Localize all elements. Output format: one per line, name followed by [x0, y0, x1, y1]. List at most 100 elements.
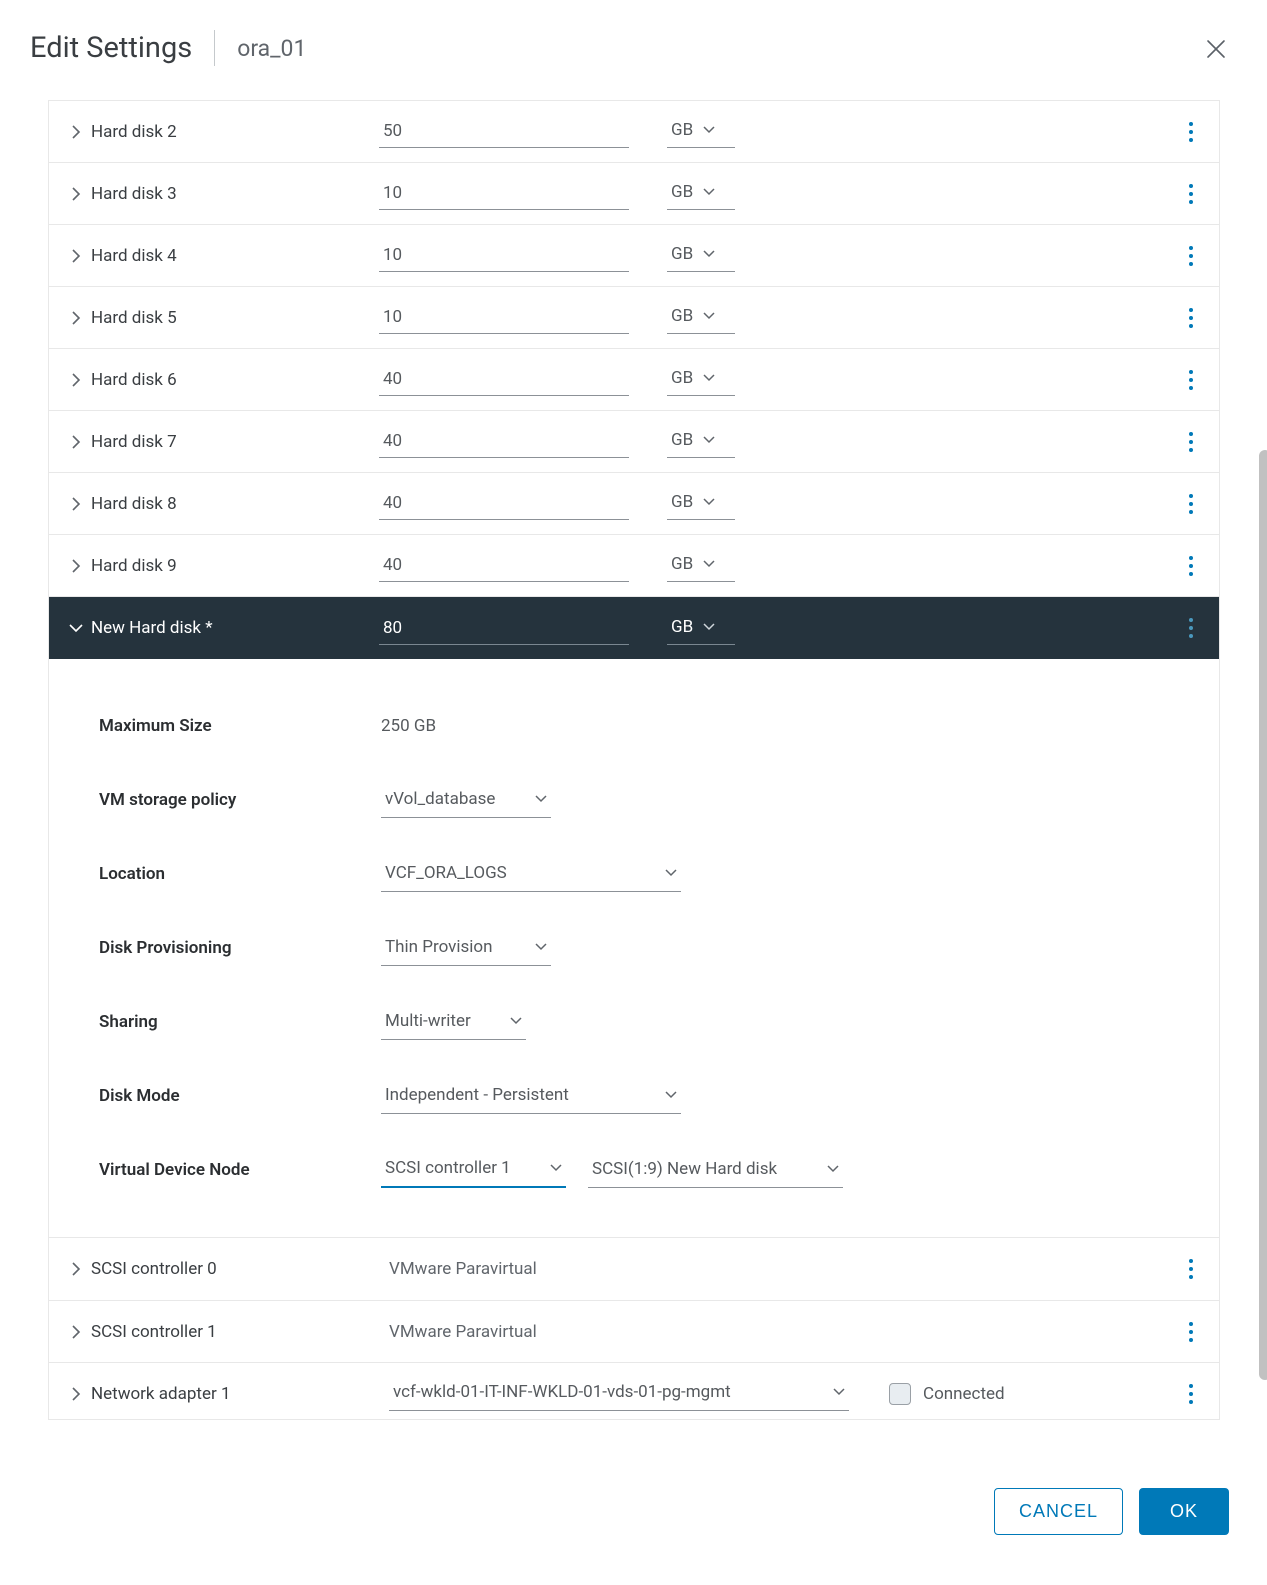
kebab-menu-icon[interactable]	[1189, 1322, 1193, 1342]
chevron-down-icon	[703, 374, 715, 382]
chevron-right-icon[interactable]	[69, 372, 83, 388]
vdn-label: Virtual Device Node	[99, 1160, 381, 1180]
controller-type: VMware Paravirtual	[389, 1322, 537, 1342]
kebab-menu-icon[interactable]	[1189, 308, 1193, 328]
disk-unit-select[interactable]: GB	[667, 487, 735, 520]
chevron-right-icon[interactable]	[69, 1324, 83, 1340]
disk-size-input[interactable]: 40	[379, 549, 629, 582]
row-label: Hard disk 3	[91, 184, 177, 204]
dialog-header: Edit Settings ora_01	[0, 0, 1267, 96]
provisioning-select[interactable]: Thin Provision	[381, 931, 551, 966]
dialog-subtitle: ora_01	[237, 35, 306, 62]
disk-mode-label: Disk Mode	[99, 1086, 381, 1106]
chevron-right-icon[interactable]	[69, 124, 83, 140]
max-size-value: 250 GB	[381, 716, 436, 736]
disk-mode-select[interactable]: Independent - Persistent	[381, 1079, 681, 1114]
disk-size-input[interactable]: 10	[379, 239, 629, 272]
row-label: Hard disk 2	[91, 122, 177, 142]
storage-policy-label: VM storage policy	[99, 790, 381, 810]
chevron-down-icon	[535, 943, 547, 951]
kebab-menu-icon[interactable]	[1189, 1259, 1193, 1279]
chevron-down-icon	[510, 1017, 522, 1025]
hard-disk-row: Hard disk 9 40 GB	[49, 534, 1219, 596]
chevron-right-icon[interactable]	[69, 310, 83, 326]
dialog-footer: CANCEL OK	[994, 1488, 1229, 1535]
network-adapter-row: Network adapter 1 vcf-wkld-01-IT-INF-WKL…	[49, 1362, 1219, 1420]
chevron-right-icon[interactable]	[69, 1386, 83, 1402]
disk-unit-select[interactable]: GB	[667, 177, 735, 210]
vdn-slot-select[interactable]: SCSI(1:9) New Hard disk	[588, 1152, 843, 1188]
disk-unit-select[interactable]: GB	[667, 363, 735, 396]
new-disk-details: Maximum Size 250 GB VM storage policy vV…	[49, 659, 1219, 1238]
disk-size-input[interactable]: 50	[379, 115, 629, 148]
disk-unit-select[interactable]: GB	[667, 239, 735, 272]
kebab-menu-icon[interactable]	[1189, 370, 1193, 390]
chevron-down-icon	[703, 560, 715, 568]
disk-unit-select[interactable]: GB	[667, 115, 735, 148]
newdisk-unit-select[interactable]: GB	[667, 612, 735, 645]
kebab-menu-icon[interactable]	[1189, 432, 1193, 452]
kebab-menu-icon[interactable]	[1189, 184, 1193, 204]
kebab-menu-icon[interactable]	[1189, 246, 1193, 266]
chevron-right-icon[interactable]	[69, 186, 83, 202]
max-size-label: Maximum Size	[99, 716, 381, 736]
new-hard-disk-row: New Hard disk * 80 GB	[49, 596, 1219, 659]
vdn-controller-select[interactable]: SCSI controller 1	[381, 1152, 566, 1188]
scsi-controller-row: SCSI controller 1 VMware Paravirtual	[49, 1300, 1219, 1362]
chevron-right-icon[interactable]	[69, 248, 83, 264]
hard-disk-row: Hard disk 5 10 GB	[49, 286, 1219, 348]
close-icon[interactable]	[1205, 38, 1227, 65]
scrollbar[interactable]	[1255, 100, 1267, 1582]
location-select[interactable]: VCF_ORA_LOGS	[381, 857, 681, 892]
hard-disk-row: Hard disk 3 10 GB	[49, 162, 1219, 224]
connected-checkbox[interactable]	[889, 1383, 911, 1405]
network-select[interactable]: vcf-wkld-01-IT-INF-WKLD-01-vds-01-pg-mgm…	[389, 1376, 849, 1411]
ok-button[interactable]: OK	[1139, 1488, 1229, 1535]
disk-unit-select[interactable]: GB	[667, 301, 735, 334]
sharing-select[interactable]: Multi-writer	[381, 1005, 526, 1040]
row-label: Hard disk 6	[91, 370, 177, 390]
kebab-menu-icon[interactable]	[1189, 122, 1193, 142]
chevron-right-icon[interactable]	[69, 496, 83, 512]
disk-unit-select[interactable]: GB	[667, 549, 735, 582]
kebab-menu-icon[interactable]	[1189, 556, 1193, 576]
scrollbar-thumb[interactable]	[1259, 450, 1267, 1380]
connected-label: Connected	[923, 1384, 1005, 1404]
row-label: Hard disk 5	[91, 308, 177, 328]
chevron-right-icon[interactable]	[69, 434, 83, 450]
cancel-button[interactable]: CANCEL	[994, 1488, 1123, 1535]
disk-size-input[interactable]: 40	[379, 487, 629, 520]
chevron-down-icon	[703, 188, 715, 196]
kebab-menu-icon[interactable]	[1189, 618, 1193, 638]
chevron-right-icon[interactable]	[69, 1261, 83, 1277]
settings-scroll-area: Hard disk 2 50 GB Hard disk 3 10 GB Hard…	[48, 100, 1220, 1420]
disk-size-input[interactable]: 10	[379, 177, 629, 210]
disk-size-input[interactable]: 40	[379, 363, 629, 396]
hard-disk-row: Hard disk 7 40 GB	[49, 410, 1219, 472]
location-label: Location	[99, 864, 381, 884]
provisioning-label: Disk Provisioning	[99, 938, 381, 958]
kebab-menu-icon[interactable]	[1189, 494, 1193, 514]
chevron-down-icon	[827, 1165, 839, 1173]
chevron-down-icon	[703, 126, 715, 134]
hard-disk-row: Hard disk 8 40 GB	[49, 472, 1219, 534]
newdisk-size-input[interactable]: 80	[379, 612, 629, 645]
row-label: SCSI controller 0	[91, 1259, 217, 1279]
disk-size-input[interactable]: 40	[379, 425, 629, 458]
row-label: Network adapter 1	[91, 1384, 231, 1404]
row-label: Hard disk 7	[91, 432, 177, 452]
scsi-controller-row: SCSI controller 0 VMware Paravirtual	[49, 1238, 1219, 1300]
chevron-down-icon	[833, 1388, 845, 1396]
chevron-right-icon[interactable]	[69, 558, 83, 574]
chevron-down-icon[interactable]	[69, 623, 83, 633]
disk-unit-select[interactable]: GB	[667, 425, 735, 458]
row-label: Hard disk 4	[91, 246, 177, 266]
hard-disk-row: Hard disk 6 40 GB	[49, 348, 1219, 410]
chevron-down-icon	[665, 1091, 677, 1099]
disk-size-input[interactable]: 10	[379, 301, 629, 334]
storage-policy-select[interactable]: vVol_database	[381, 783, 551, 818]
controller-type: VMware Paravirtual	[389, 1259, 537, 1279]
kebab-menu-icon[interactable]	[1189, 1384, 1193, 1404]
hard-disk-row: Hard disk 2 50 GB	[49, 100, 1219, 162]
dialog-title: Edit Settings	[30, 31, 192, 65]
